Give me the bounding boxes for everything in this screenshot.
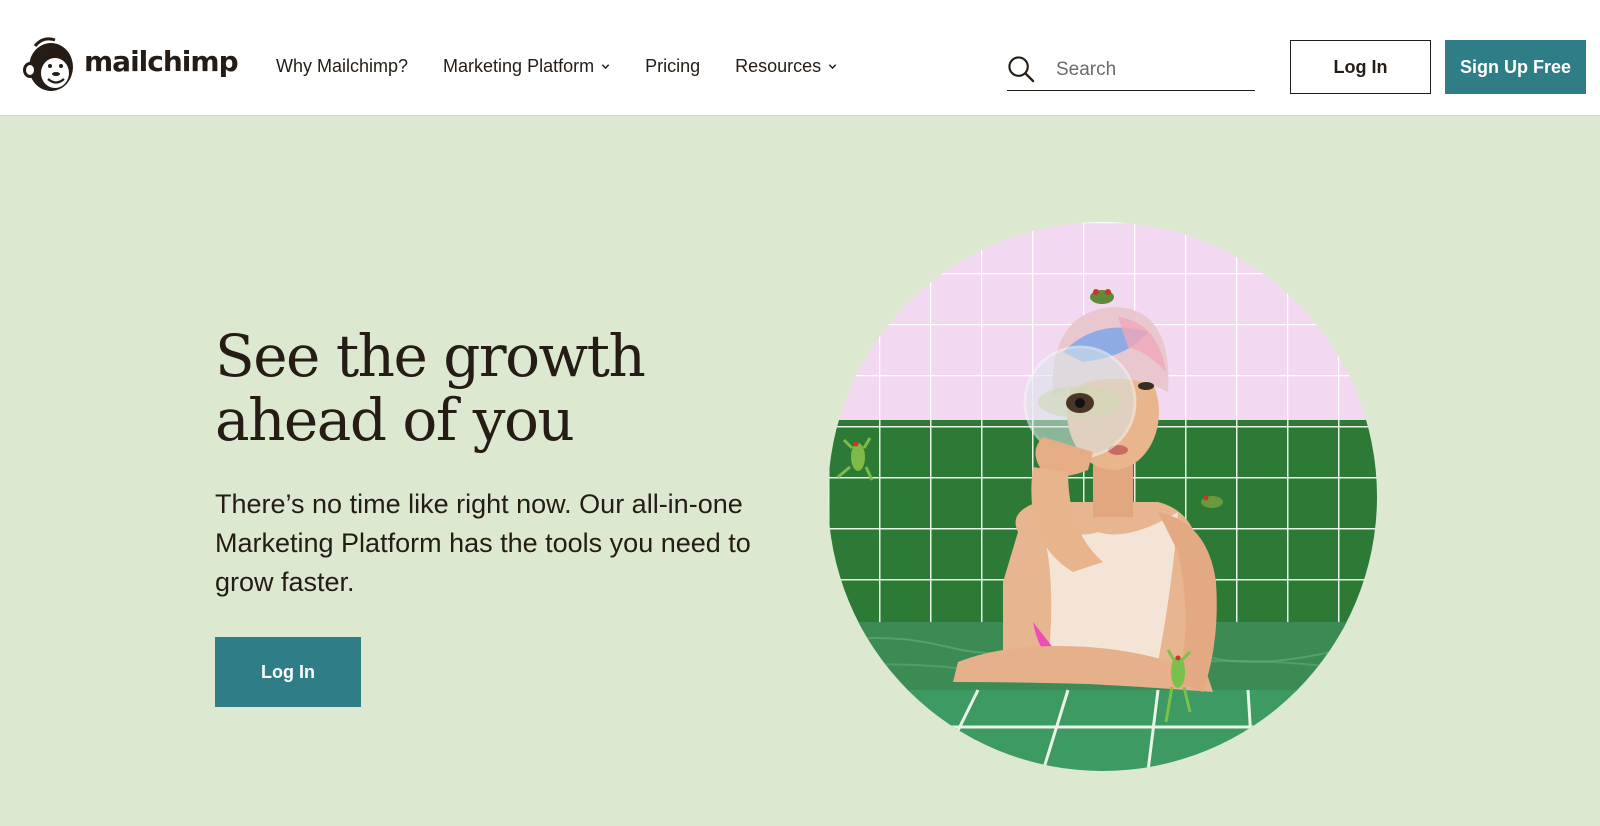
- hero-login-label: Log In: [261, 661, 315, 682]
- site-header: mailchimp Why Mailchimp? Marketing Platf…: [0, 0, 1600, 116]
- hero-image-swimmer: [828, 222, 1377, 771]
- sign-up-free-button[interactable]: Sign Up Free: [1445, 40, 1586, 94]
- nav-item-label: Marketing Platform: [443, 56, 595, 76]
- freddie-chimp-icon: [23, 37, 73, 91]
- frog-on-cap: [1090, 289, 1114, 304]
- nav-item-label: Why Mailchimp?: [276, 56, 409, 76]
- hero-description: There’s no time like right now. Our all-…: [215, 489, 751, 597]
- header-login-label: Log In: [1333, 56, 1388, 77]
- sign-up-label: Sign Up Free: [1459, 56, 1571, 77]
- header-login-button[interactable]: Log In: [1290, 40, 1431, 94]
- chevron-down-icon: [828, 64, 837, 70]
- hero-title: See the growth ahead of you: [215, 322, 646, 454]
- brand-wordmark: mailchimp: [84, 45, 239, 78]
- hero-login-button[interactable]: Log In: [215, 637, 361, 707]
- mailchimp-logo[interactable]: mailchimp: [21, 34, 239, 94]
- search-icon[interactable]: [1007, 55, 1036, 84]
- chevron-down-icon: [601, 64, 610, 70]
- nav-item-label: Pricing: [645, 56, 701, 76]
- search-input[interactable]: [1056, 54, 1246, 85]
- nav-marketing-platform[interactable]: Marketing Platform: [443, 56, 610, 77]
- nav-item-label: Resources: [735, 56, 822, 76]
- nav-why-mailchimp[interactable]: Why Mailchimp?: [276, 56, 408, 77]
- search-bar: [1007, 49, 1255, 91]
- hero-illustration: [828, 222, 1377, 771]
- nav-pricing[interactable]: Pricing: [645, 56, 700, 77]
- nav-resources[interactable]: Resources: [735, 56, 837, 77]
- main-nav: Why Mailchimp? Marketing Platform Pricin…: [276, 56, 872, 77]
